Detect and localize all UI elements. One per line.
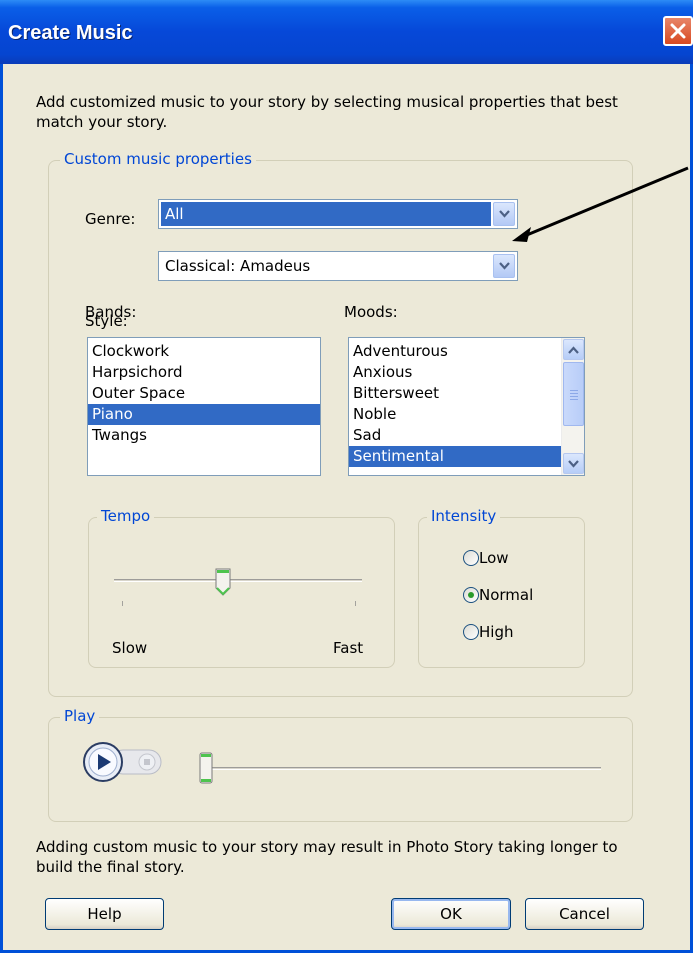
play-controls: [83, 742, 162, 782]
chevron-down-icon: [499, 210, 510, 218]
style-value: Classical: Amadeus: [165, 257, 311, 275]
intensity-normal-radio[interactable]: [463, 587, 479, 603]
genre-dropdown[interactable]: All: [158, 199, 518, 229]
tempo-slider-thumb[interactable]: [215, 568, 231, 596]
moods-scrollbar[interactable]: [561, 338, 584, 475]
chevron-up-icon: [568, 346, 579, 354]
scroll-down-button[interactable]: [563, 453, 584, 474]
bands-listbox[interactable]: Clockwork Harpsichord Outer Space Piano …: [87, 337, 321, 476]
intensity-normal-label[interactable]: Normal: [479, 586, 533, 604]
play-title: Play: [60, 707, 100, 725]
scroll-thumb[interactable]: [563, 362, 584, 426]
intensity-low-radio[interactable]: [463, 550, 479, 566]
intensity-high-radio[interactable]: [463, 624, 479, 640]
moods-item[interactable]: Bittersweet: [349, 383, 561, 404]
moods-item[interactable]: Sad: [349, 425, 561, 446]
intro-text: Add customized music to your story by se…: [36, 93, 618, 131]
close-icon: [670, 23, 686, 39]
footer-note: Adding custom music to your story may re…: [36, 838, 618, 876]
bands-item[interactable]: Harpsichord: [88, 362, 320, 383]
intensity-group: Intensity Low Normal High: [418, 507, 585, 668]
moods-label: Moods:: [344, 303, 398, 321]
tempo-slow-label: Slow: [112, 639, 148, 657]
cancel-button[interactable]: Cancel: [525, 898, 644, 930]
intensity-title: Intensity: [427, 507, 501, 525]
ok-button[interactable]: OK: [391, 898, 511, 930]
title-bar[interactable]: Create Music: [0, 0, 693, 64]
intensity-high-label[interactable]: High: [479, 623, 513, 641]
moods-item[interactable]: Anxious: [349, 362, 561, 383]
tempo-tick: [122, 601, 123, 606]
style-dropdown[interactable]: Classical: Amadeus: [158, 251, 518, 281]
tempo-fast-label: Fast: [333, 639, 364, 657]
bands-item[interactable]: Outer Space: [88, 383, 320, 404]
moods-listbox[interactable]: Adventurous Anxious Bittersweet Noble Sa…: [348, 337, 585, 476]
create-music-dialog: Create Music Add customized music to you…: [0, 0, 693, 953]
chevron-down-icon: [568, 460, 579, 468]
moods-item[interactable]: Adventurous: [349, 341, 561, 362]
bands-item[interactable]: Twangs: [88, 425, 320, 446]
play-position-track[interactable]: [209, 767, 601, 770]
window-title: Create Music: [8, 22, 133, 44]
help-button[interactable]: Help: [45, 898, 164, 930]
tempo-slider-track[interactable]: [114, 579, 362, 582]
genre-label: Genre:: [85, 210, 136, 228]
bands-label: Bands:: [85, 303, 137, 321]
play-group: Play: [48, 707, 633, 822]
custom-music-properties-title: Custom music properties: [60, 150, 256, 168]
play-position-thumb[interactable]: [199, 752, 213, 784]
tempo-tick: [355, 601, 356, 606]
close-button[interactable]: [663, 16, 693, 46]
play-button[interactable]: [83, 742, 123, 782]
custom-music-properties-group: Custom music properties Genre: All Style…: [48, 150, 633, 697]
intensity-low-label[interactable]: Low: [479, 549, 509, 567]
tempo-group: Tempo Slow Fast: [88, 507, 395, 668]
moods-item-selected[interactable]: Sentimental: [349, 446, 561, 467]
genre-value: All: [161, 202, 491, 226]
scroll-up-button[interactable]: [563, 339, 584, 360]
chevron-down-icon: [499, 262, 510, 270]
style-dropdown-button[interactable]: [493, 254, 515, 278]
bands-item-selected[interactable]: Piano: [88, 404, 320, 425]
bands-item[interactable]: Clockwork: [88, 341, 320, 362]
tempo-title: Tempo: [97, 507, 155, 525]
moods-item[interactable]: Noble: [349, 404, 561, 425]
genre-dropdown-button[interactable]: [493, 202, 515, 226]
